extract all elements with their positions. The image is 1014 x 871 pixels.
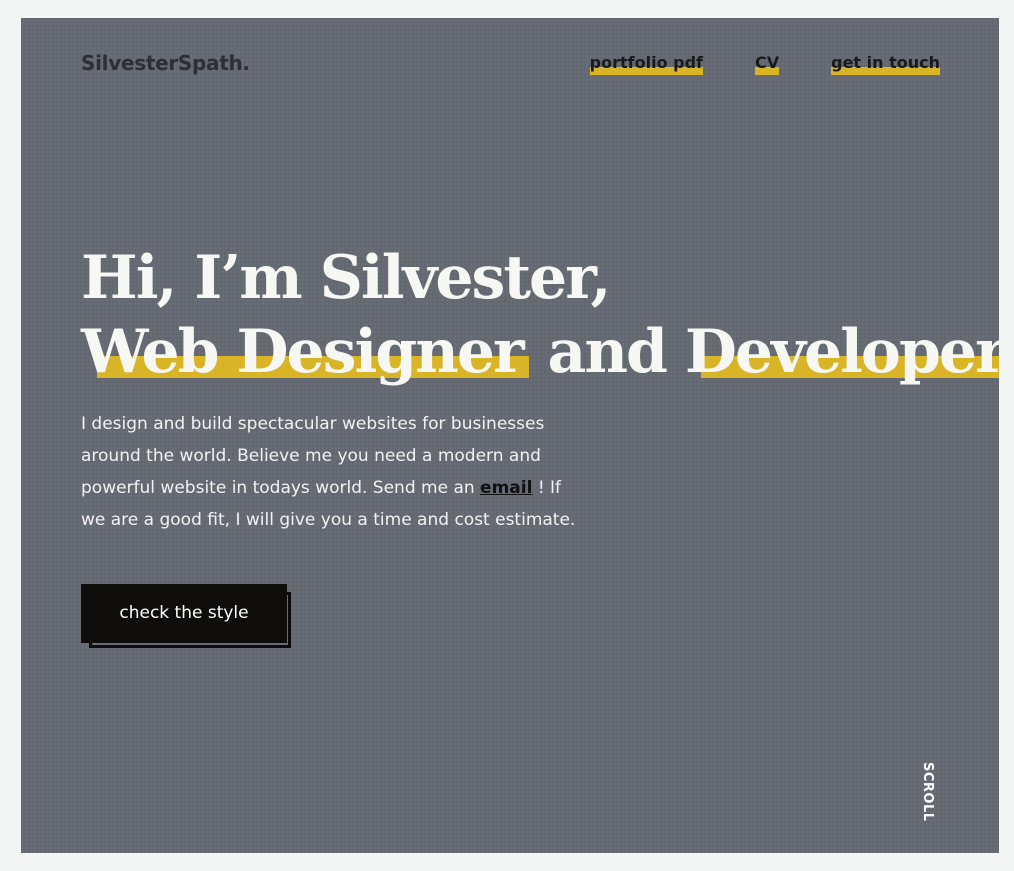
hero-section: SilvesterSpath. portfolio pdf CV get in … [21, 18, 999, 853]
hero-headline: Hi, I’m Silvester, Web Designer and Deve… [81, 239, 999, 388]
main-nav: portfolio pdf CV get in touch [589, 52, 940, 75]
highlight-role-developer: Developer [684, 317, 999, 388]
nav-link-portfolio-pdf[interactable]: portfolio pdf [589, 52, 703, 75]
cta-container: check the style [81, 584, 295, 652]
headline-connector: and [528, 317, 685, 388]
description-text-start: I design and build spectacular websites … [81, 414, 545, 498]
hero-description: I design and build spectacular websites … [81, 408, 581, 536]
site-logo[interactable]: SilvesterSpath. [81, 49, 250, 77]
nav-link-get-in-touch[interactable]: get in touch [831, 52, 940, 75]
headline-greeting: Hi, I’m Silvester, [81, 243, 611, 314]
nav-link-cv[interactable]: CV [755, 52, 780, 75]
scroll-indicator[interactable]: SCROLL [917, 762, 935, 822]
headline-roles: Web Designer and Developer [81, 317, 999, 388]
email-link[interactable]: email [480, 478, 532, 498]
check-the-style-button[interactable]: check the style [81, 584, 287, 643]
highlight-role-web-designer: Web Designer [81, 317, 529, 388]
